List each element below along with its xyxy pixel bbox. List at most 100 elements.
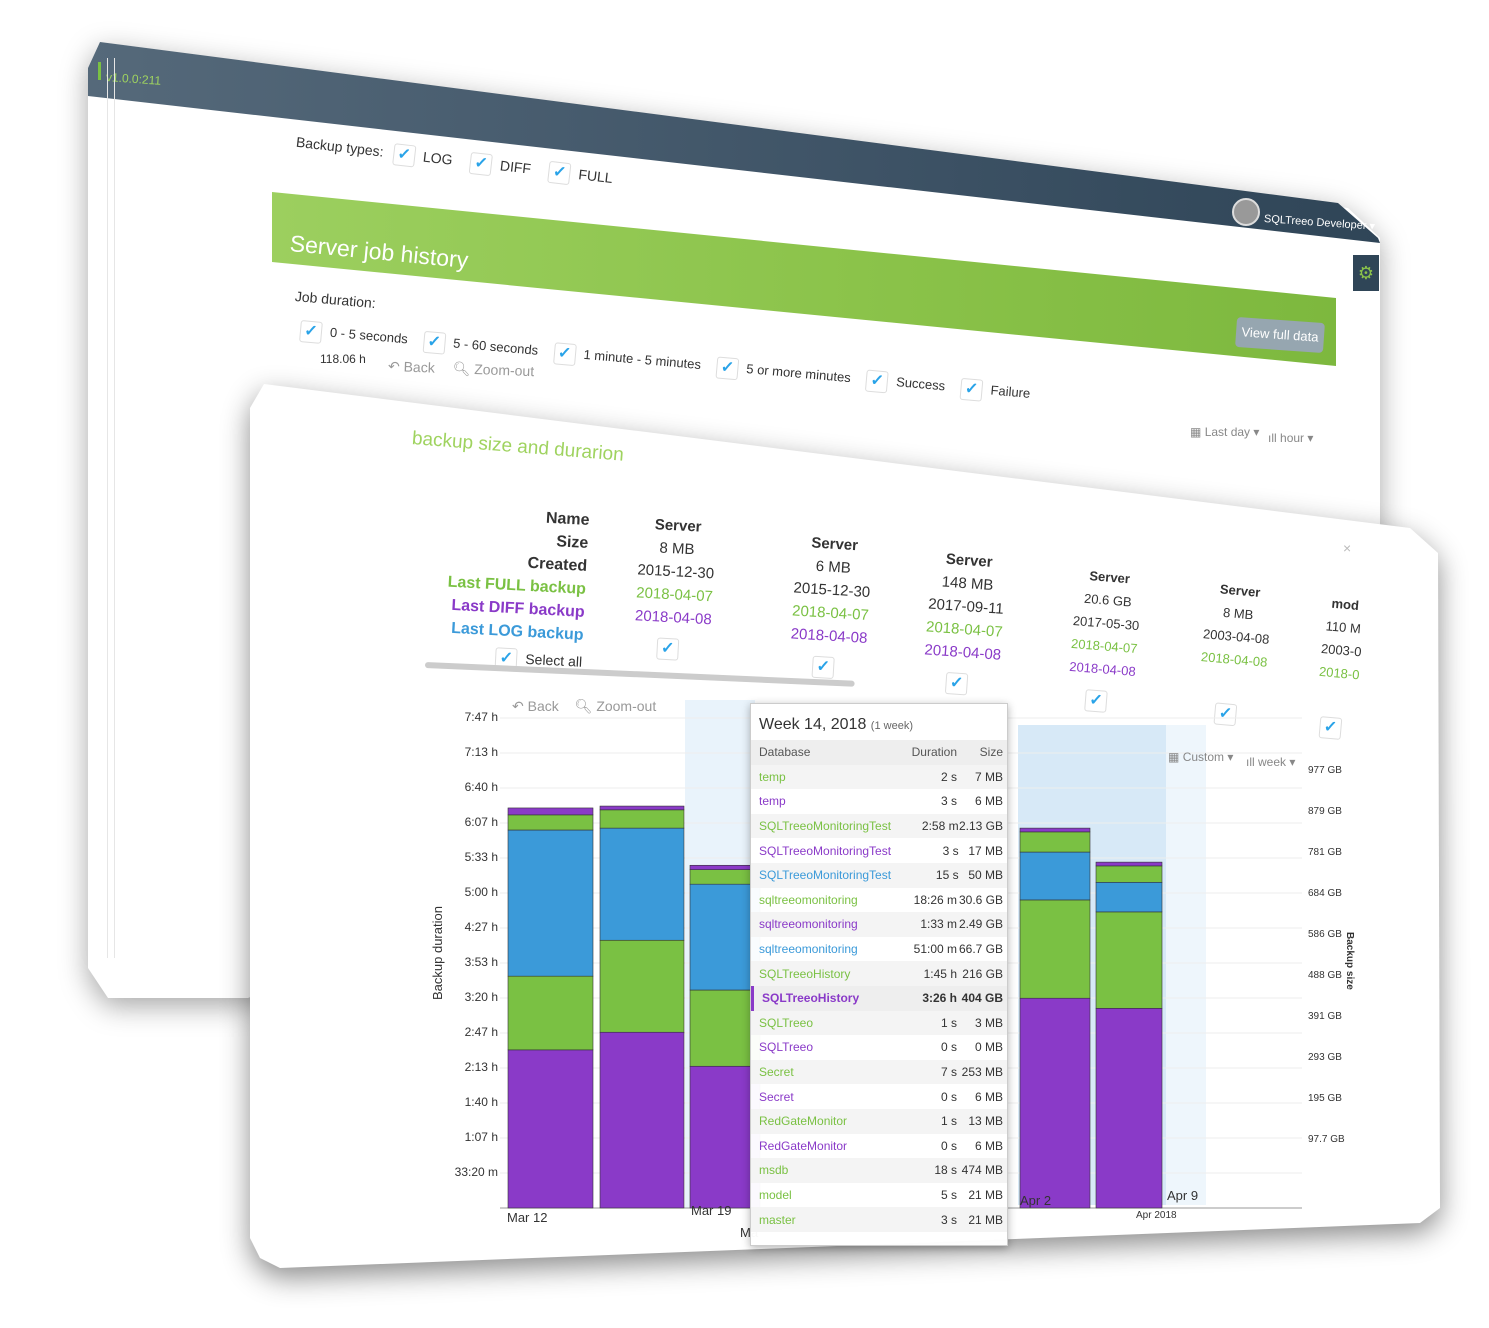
bar-4-segment-2[interactable] [1095,881,1163,913]
checkbox-icon[interactable]: ✓ [552,342,577,367]
interval-dropdown[interactable]: ıll week ▾ [1246,755,1295,769]
col-size: Size [979,745,1003,760]
bar-0-segment-1[interactable] [507,975,594,1051]
checkbox-icon[interactable]: ✓ [299,320,323,344]
bar-1-segment-1[interactable] [599,939,685,1033]
bar-3-segment-3[interactable] [1019,831,1091,853]
y-tick-label: 5:00 h [464,884,498,899]
column-full: 2018-0 [1318,663,1361,683]
size: 6 MB [974,794,1003,809]
y2-tick-label: 293 GB [1308,1052,1342,1063]
size: 6 MB [974,1089,1003,1104]
bar-0-segment-3[interactable] [507,814,594,831]
back-button[interactable]: ↶ Back [512,698,559,714]
bar-1-segment-4[interactable] [599,805,685,811]
tooltip-row: SQLTreeo 1 s 3 MB [751,1010,1007,1036]
server-column: Server 148 MB 2017-09-11 2018-04-07 2018-04-… [915,546,1015,698]
range-dropdown[interactable]: ▦ Custom ▾ [1168,750,1233,764]
duration: 0 s [940,1040,957,1055]
tooltip-row: temp 3 s 6 MB [751,789,1007,814]
database-name: SQLTreeo [759,1015,814,1030]
checkbox-icon[interactable]: ✓ [391,143,417,168]
y2-tick-label: 391 GB [1308,1011,1342,1022]
database-name: Secret [759,1089,794,1104]
y-tick-label: 33:20 m [454,1164,498,1179]
tooltip-row: SQLTreeo 0 s 0 MB [751,1035,1007,1060]
backup-type-diff[interactable]: ✓ DIFF [468,151,532,177]
database-name: RedGateMonitor [759,1138,848,1153]
backup-type-log[interactable]: ✓ LOG [391,143,454,168]
server-column: Server 6 MB 2015-12-30 2018-04-07 2018-04-08… [782,530,881,681]
database-name: msdb [759,1163,789,1178]
bar-0-segment-0[interactable] [507,1049,594,1209]
y2-tick-label: 586 GB [1308,929,1342,940]
duration: 3 s [940,794,957,809]
duration: 51:00 m [913,942,957,957]
checkbox-icon[interactable]: ✓ [547,160,572,186]
duration: 5 s [940,1187,957,1202]
bar-1-segment-3[interactable] [599,809,685,829]
tooltip-row: RedGateMonitor 0 s 6 MB [751,1134,1007,1159]
y2-tick-label: 684 GB [1308,888,1342,899]
x-sublabel: Apr 2018 [1136,1210,1177,1221]
y2-tick-label: 781 GB [1308,847,1342,858]
label: FULL [577,165,614,186]
bar-4-segment-0[interactable] [1095,1007,1163,1209]
label: Back [527,698,559,714]
server-column: Server 8 MB 2015-12-30 2018-04-07 2018-04-08… [626,512,724,663]
database-name: temp [759,769,786,784]
zoom-out-button[interactable]: 🔍︎ Zoom-out [452,360,534,379]
bar-4-segment-3[interactable] [1095,865,1163,883]
bar-3-segment-2[interactable] [1019,851,1091,901]
bar-0-segment-4[interactable] [507,807,594,816]
tooltip-row: model 5 s 21 MB [751,1183,1007,1208]
label: LOG [422,148,454,168]
view-full-data-button[interactable]: View full data [1235,316,1325,354]
backup-type-full[interactable]: ✓ FULL [547,160,614,186]
tooltip-table-header: Database Duration Size [751,740,1007,765]
tooltip-row: Secret 7 s 253 MB [751,1059,1007,1085]
close-button[interactable]: × [1343,540,1351,556]
y2-tick-label: 488 GB [1308,970,1342,981]
bar-1-segment-2[interactable] [599,827,685,941]
tooltip-header: Week 14, 2018 (1 week) [751,704,1007,740]
bar-1-segment-0[interactable] [599,1031,685,1209]
column-diff: 2018-04-08 [790,625,868,648]
checkbox-icon[interactable]: ✓ [715,356,740,381]
tooltip-row: temp 2 s 7 MB [751,764,1007,790]
zoom-out-button[interactable]: 🔍︎ Zoom-out [575,698,657,714]
size: 253 MB [961,1065,1003,1080]
user-avatar[interactable] [1232,198,1260,226]
duration: 2:58 m [921,819,959,834]
magnifier-icon: 🔍︎ [574,698,593,714]
checkbox-icon[interactable]: ✓ [422,330,447,355]
database-name: SQLTreeoMonitoringTest [759,868,892,883]
size: 216 GB [962,966,1003,981]
column-diff: 2018-04-08 [923,641,1002,664]
bar-0-segment-2[interactable] [507,829,594,977]
bar-3-segment-1[interactable] [1019,899,1091,999]
settings-gear-icon[interactable]: ⚙ [1353,255,1379,291]
duration: 0 s [940,1138,957,1153]
back-button[interactable]: ↶ Back [388,358,435,376]
database-name: SQLTreeoMonitoringTest [759,819,892,834]
bar-4-segment-4[interactable] [1095,861,1163,867]
checkbox-icon[interactable]: ✓ [656,637,680,661]
tooltip-row: master 3 s 21 MB [751,1207,1007,1232]
size: 3 MB [974,1015,1003,1030]
y2-tick-label: 879 GB [1308,806,1342,817]
checkbox-icon[interactable]: ✓ [811,655,835,680]
database-name: SQLTreeoHistory [762,991,860,1006]
checkbox-icon[interactable]: ✓ [468,151,494,177]
bar-4-segment-1[interactable] [1095,911,1163,1009]
bar-3-segment-0[interactable] [1019,997,1091,1209]
y-tick-label: 2:47 h [464,1024,498,1039]
tooltip-row: SQLTreeoMonitoringTest 15 s 50 MB [751,862,1007,888]
column-select[interactable]: ✓ [626,635,717,663]
duration: 3 s [940,1212,957,1227]
bar-3-segment-4[interactable] [1019,827,1091,833]
duration: 18:26 m [913,892,957,907]
y-tick-label: 5:33 h [464,849,498,864]
tooltip-subtitle: (1 week) [870,720,913,732]
x-tick-label: Mar 12 [507,1210,548,1225]
